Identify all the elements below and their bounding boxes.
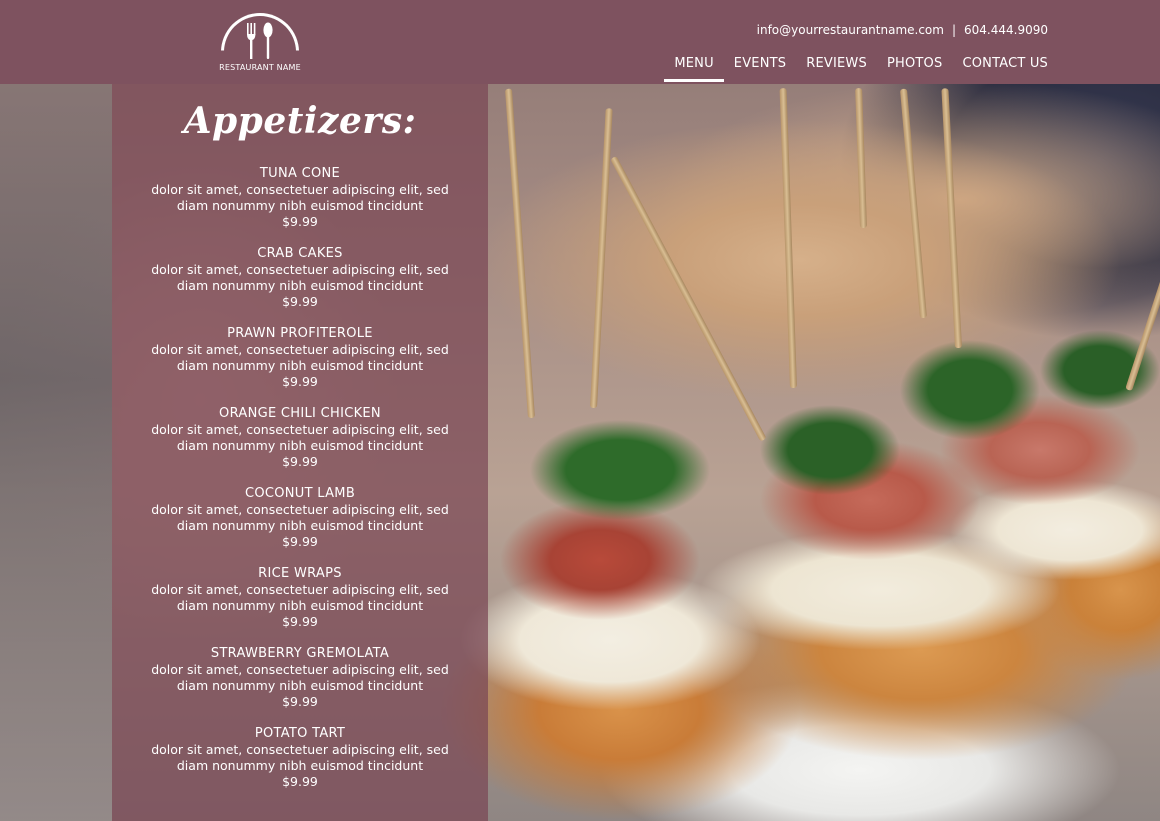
restaurant-logo[interactable]: RESTAURANT NAME <box>217 11 303 75</box>
menu-panel: Appetizers: TUNA CONE dolor sit amet, co… <box>112 84 488 821</box>
nav-item-reviews[interactable]: REVIEWS <box>796 56 877 82</box>
toothpick <box>1125 103 1160 392</box>
menu-item: COCONUT LAMB dolor sit amet, consectetue… <box>112 486 488 550</box>
menu-item-name: PRAWN PROFITEROLE <box>227 326 373 341</box>
menu-item-price: $9.99 <box>282 774 318 789</box>
menu-item-name: POTATO TART <box>254 726 346 741</box>
menu-item-name: RICE WRAPS <box>258 566 342 581</box>
menu-item-description: dolor sit amet, consectetuer adipiscing … <box>151 742 449 757</box>
nav-item-contact-us[interactable]: CONTACT US <box>952 56 1048 82</box>
background-blur-left <box>0 84 112 821</box>
menu-item-description: dolor sit amet, consectetuer adipiscing … <box>151 662 449 677</box>
menu-item-price: $9.99 <box>282 694 318 709</box>
toothpick <box>590 108 613 409</box>
menu-item-description: diam nonummy nibh euismod tincidunt <box>176 438 424 453</box>
menu-item-price: $9.99 <box>282 534 318 549</box>
nav-item-menu[interactable]: MENU <box>664 56 725 82</box>
phone-number[interactable]: 604.444.9090 <box>964 23 1048 37</box>
menu-item: POTATO TART dolor sit amet, consectetuer… <box>112 726 488 790</box>
menu-item: CRAB CAKES dolor sit amet, consectetuer … <box>112 246 488 310</box>
toothpick <box>504 88 535 419</box>
main-nav: MENU EVENTS REVIEWS PHOTOS CONTACT US <box>664 56 1048 82</box>
menu-item: TUNA CONE dolor sit amet, consectetuer a… <box>112 166 488 230</box>
menu-item-price: $9.99 <box>282 214 318 229</box>
nav-item-events[interactable]: EVENTS <box>724 56 796 82</box>
menu-item-price: $9.99 <box>282 374 318 389</box>
menu-item-description: dolor sit amet, consectetuer adipiscing … <box>151 502 449 517</box>
toothpick <box>941 88 962 349</box>
menu-item-description: dolor sit amet, consectetuer adipiscing … <box>151 422 449 437</box>
menu-item-description: dolor sit amet, consectetuer adipiscing … <box>151 262 449 277</box>
menu-item-price: $9.99 <box>282 454 318 469</box>
page: RESTAURANT NAME info@yourrestaurantname.… <box>0 0 1160 821</box>
toothpick <box>610 155 767 442</box>
menu-item-description: dolor sit amet, consectetuer adipiscing … <box>151 582 449 597</box>
menu-item-price: $9.99 <box>282 294 318 309</box>
email-link[interactable]: info@yourrestaurantname.com <box>757 23 944 37</box>
toothpick <box>779 88 797 389</box>
toothpick <box>855 87 867 229</box>
menu-item-description: diam nonummy nibh euismod tincidunt <box>176 678 424 693</box>
menu-item: PRAWN PROFITEROLE dolor sit amet, consec… <box>112 326 488 390</box>
menu-section-title: Appetizers: <box>183 100 417 142</box>
menu-item-name: TUNA CONE <box>259 166 341 181</box>
menu-item-description: diam nonummy nibh euismod tincidunt <box>176 198 424 213</box>
menu-item-description: diam nonummy nibh euismod tincidunt <box>176 518 424 533</box>
menu-item-price: $9.99 <box>282 614 318 629</box>
menu-item-name: CRAB CAKES <box>257 246 343 261</box>
menu-item-description: diam nonummy nibh euismod tincidunt <box>176 358 424 373</box>
contact-separator: | <box>951 23 957 37</box>
menu-item-name: STRAWBERRY GREMOLATA <box>210 646 390 661</box>
menu-item: ORANGE CHILI CHICKEN dolor sit amet, con… <box>112 406 488 470</box>
fork-spoon-icon <box>247 22 273 59</box>
menu-list: TUNA CONE dolor sit amet, consectetuer a… <box>112 166 488 790</box>
menu-item: STRAWBERRY GREMOLATA dolor sit amet, con… <box>112 646 488 710</box>
menu-item-description: diam nonummy nibh euismod tincidunt <box>176 278 424 293</box>
menu-item-name: ORANGE CHILI CHICKEN <box>219 406 381 421</box>
menu-item-description: diam nonummy nibh euismod tincidunt <box>176 598 424 613</box>
logo-text: RESTAURANT NAME <box>219 63 301 72</box>
toothpick <box>899 88 927 319</box>
site-header: RESTAURANT NAME info@yourrestaurantname.… <box>0 0 1160 84</box>
menu-item-name: COCONUT LAMB <box>244 486 356 501</box>
menu-item: RICE WRAPS dolor sit amet, consectetuer … <box>112 566 488 630</box>
menu-item-description: dolor sit amet, consectetuer adipiscing … <box>151 342 449 357</box>
contact-info: info@yourrestaurantname.com | 604.444.9090 <box>757 23 1048 37</box>
menu-item-description: dolor sit amet, consectetuer adipiscing … <box>151 182 449 197</box>
nav-item-photos[interactable]: PHOTOS <box>877 56 952 82</box>
menu-item-description: diam nonummy nibh euismod tincidunt <box>176 758 424 773</box>
